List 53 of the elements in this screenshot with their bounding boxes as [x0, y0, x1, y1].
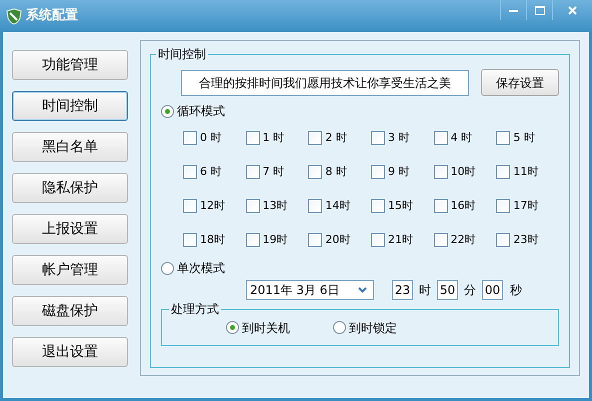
hour-checkbox[interactable]: 3 时: [371, 130, 431, 146]
hour-checkbox[interactable]: 20时: [308, 232, 368, 248]
hour-checkbox[interactable]: 8 时: [308, 164, 368, 180]
hour-checkbox[interactable]: 17时: [496, 198, 556, 214]
minute-field[interactable]: 50: [437, 280, 458, 300]
sidebar-button[interactable]: 退出设置: [12, 337, 128, 367]
minimize-icon: [509, 8, 518, 12]
sidebar-button[interactable]: 磁盘保护: [12, 296, 128, 326]
hour-checkbox[interactable]: 19时: [246, 232, 306, 248]
hour-checkbox[interactable]: 10时: [434, 164, 494, 180]
hour-checkbox[interactable]: 23时: [496, 232, 556, 248]
hour-checkbox[interactable]: 18时: [183, 232, 243, 248]
close-icon: [568, 6, 577, 14]
hour-checkbox[interactable]: 1 时: [246, 130, 306, 146]
sidebar-button[interactable]: 功能管理: [12, 50, 128, 80]
sidebar-button[interactable]: 时间控制: [12, 91, 128, 121]
group-title: 时间控制: [156, 46, 208, 62]
second-field[interactable]: 00: [482, 280, 503, 300]
hour-checkbox[interactable]: 11时: [496, 164, 556, 180]
sidebar-button[interactable]: 上报设置: [12, 214, 128, 244]
hour-checkbox[interactable]: 5 时: [496, 130, 556, 146]
window-title: 系统配置: [26, 6, 78, 26]
hour-checkbox[interactable]: 21时: [371, 232, 431, 248]
radio-option[interactable]: 到时关机: [226, 318, 290, 336]
hour-checkbox[interactable]: 0 时: [183, 130, 243, 146]
minute-unit: 分: [464, 282, 476, 299]
slogan-field: 合理的按排时间我们愿用技术让你享受生活之美: [181, 70, 469, 96]
radio-option[interactable]: 单次模式: [161, 259, 559, 277]
hour-checkbox[interactable]: 16时: [434, 198, 494, 214]
hour-checkbox[interactable]: 13时: [246, 198, 306, 214]
radio-option[interactable]: 到时锁定: [333, 318, 397, 336]
sidebar-button[interactable]: 帐户管理: [12, 255, 128, 285]
sidebar-button[interactable]: 隐私保护: [12, 173, 128, 203]
save-button[interactable]: 保存设置: [481, 69, 559, 96]
hour-checkbox[interactable]: 22时: [434, 232, 494, 248]
hour-checkbox[interactable]: 4 时: [434, 130, 494, 146]
maximize-icon: [534, 6, 544, 14]
second-unit: 秒: [510, 282, 522, 299]
hour-checkbox[interactable]: 9 时: [371, 164, 431, 180]
action-group-title: 处理方式: [169, 301, 221, 317]
hour-checkbox[interactable]: 12时: [183, 198, 243, 214]
radio-option[interactable]: 循环模式: [161, 102, 559, 120]
hour-checkbox[interactable]: 15时: [371, 198, 431, 214]
sidebar-button[interactable]: 黑白名单: [12, 132, 128, 162]
hour-field[interactable]: 23: [392, 280, 413, 300]
hour-checkbox[interactable]: 14时: [308, 198, 368, 214]
hour-unit: 时: [419, 282, 431, 299]
hour-checkbox[interactable]: 2 时: [308, 130, 368, 146]
date-picker[interactable]: 2011年 3月 6日: [246, 280, 374, 300]
hour-checkbox[interactable]: 6 时: [183, 164, 243, 180]
shield-icon: [6, 8, 22, 24]
hour-checkbox[interactable]: 7 时: [246, 164, 306, 180]
chevron-down-icon: [358, 287, 367, 293]
